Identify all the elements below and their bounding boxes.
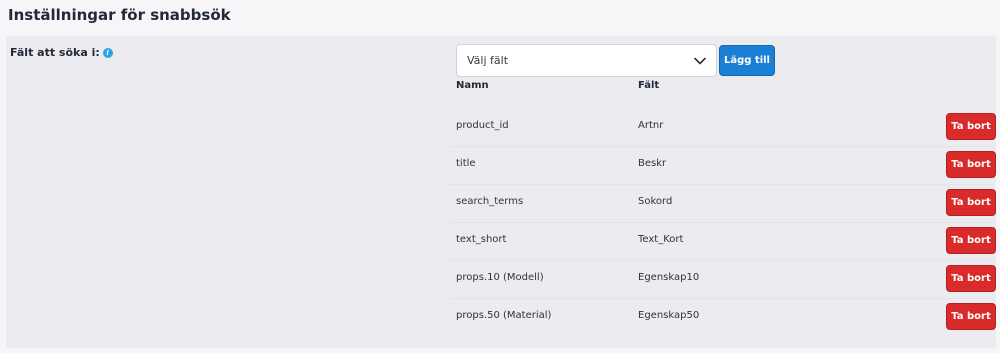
field-select[interactable]: Välj fält bbox=[456, 44, 717, 77]
field-select-value: Välj fält bbox=[467, 54, 509, 67]
table-row: text_short Text_Kort Ta bort bbox=[450, 223, 996, 261]
search-fields-table: product_id Artnr Ta bort title Beskr Ta … bbox=[450, 109, 996, 337]
remove-button[interactable]: Ta bort bbox=[946, 113, 996, 140]
table-row: product_id Artnr Ta bort bbox=[450, 109, 996, 147]
remove-button[interactable]: Ta bort bbox=[946, 189, 996, 216]
remove-button[interactable]: Ta bort bbox=[946, 265, 996, 292]
chevron-down-icon bbox=[694, 57, 706, 64]
remove-button[interactable]: Ta bort bbox=[946, 227, 996, 254]
row-field: Text_Kort bbox=[638, 234, 684, 245]
table-row: props.50 (Material) Egenskap50 Ta bort bbox=[450, 299, 996, 337]
page-title: Inställningar för snabbsök bbox=[8, 6, 231, 24]
table-row: title Beskr Ta bort bbox=[450, 147, 996, 185]
column-header-field: Fält bbox=[638, 80, 660, 91]
remove-button[interactable]: Ta bort bbox=[946, 151, 996, 178]
remove-button[interactable]: Ta bort bbox=[946, 303, 996, 330]
row-field: Artnr bbox=[638, 120, 664, 131]
table-row: search_terms Sokord Ta bort bbox=[450, 185, 996, 223]
column-header-name: Namn bbox=[456, 80, 489, 91]
row-field: Beskr bbox=[638, 158, 667, 169]
row-name: props.10 (Modell) bbox=[456, 272, 544, 283]
row-name: product_id bbox=[456, 120, 509, 131]
row-name: text_short bbox=[456, 234, 507, 245]
row-field: Egenskap50 bbox=[638, 310, 700, 321]
row-field: Egenskap10 bbox=[638, 272, 700, 283]
row-field: Sokord bbox=[638, 196, 673, 207]
info-icon[interactable]: i bbox=[102, 47, 113, 58]
row-name: title bbox=[456, 158, 476, 169]
row-name: props.50 (Material) bbox=[456, 310, 552, 321]
add-field-button[interactable]: Lägg till bbox=[719, 45, 775, 76]
quick-search-settings-panel: Fält att söka i: i Välj fält Lägg till N… bbox=[6, 36, 996, 348]
fields-to-search-label: Fält att söka i: i bbox=[10, 46, 113, 59]
row-name: search_terms bbox=[456, 196, 524, 207]
table-row: props.10 (Modell) Egenskap10 Ta bort bbox=[450, 261, 996, 299]
fields-to-search-label-text: Fält att söka i: bbox=[10, 46, 100, 59]
